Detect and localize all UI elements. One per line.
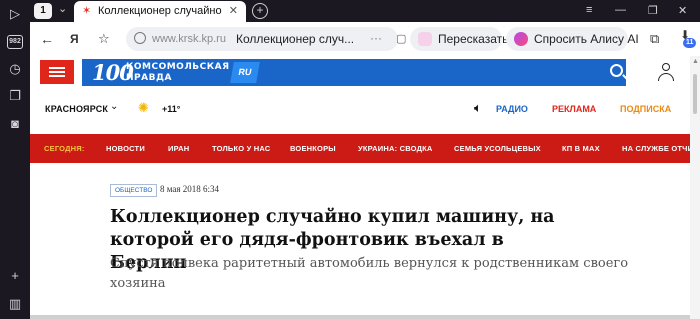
retell-button[interactable]: Пересказать xyxy=(410,27,508,51)
collections-icon[interactable]: ❐ xyxy=(7,88,23,104)
restore-icon[interactable]: ❐ xyxy=(648,4,658,17)
search-icon[interactable] xyxy=(610,64,623,77)
menu-line xyxy=(49,67,65,69)
region-bar: КРАСНОЯРСК ⌄ ✺ +11° 🔈︎ РАДИО РЕКЛАМА ПОД… xyxy=(30,96,690,124)
translate-icon[interactable]: ⧉ xyxy=(650,31,659,47)
rubric-item[interactable]: УКРАИНА: СВОДКА xyxy=(358,144,433,153)
page-scrollbar[interactable]: ▲ xyxy=(690,56,700,319)
bookmark-star-icon[interactable]: ☆ xyxy=(98,31,110,47)
back-icon[interactable]: ← xyxy=(40,31,54,47)
hamburger-menu-button[interactable] xyxy=(40,60,74,84)
web-page: 100 КОМСОМОЛЬСКАЯ ПРАВДА RU КРАСНОЯРСК ⌄… xyxy=(30,56,690,319)
play-icon[interactable]: ▷ xyxy=(7,6,23,22)
tab-strip: 1 ⌄ ✶ Коллекционер случайно ✕ + ≡ — ❐ ✕ xyxy=(30,0,700,22)
notifications-badge: 11 xyxy=(683,38,697,48)
user-head xyxy=(662,63,670,71)
address-bar: ← Я ☆ www.krsk.kp.ru Коллекционер случ..… xyxy=(30,22,700,56)
counter-badge-icon[interactable]: 982 xyxy=(7,35,23,49)
scroll-up-icon[interactable]: ▲ xyxy=(692,58,699,65)
retell-icon xyxy=(418,32,432,46)
camera-icon[interactable]: ◙ xyxy=(7,116,23,132)
publish-date: 8 мая 2018 6:34 xyxy=(160,184,220,194)
browser-window: ▷ 982 ◷ ❐ ◙ + ▥ 1 ⌄ ✶ Коллекционер случа… xyxy=(0,0,700,319)
media-top-edge xyxy=(30,315,690,319)
kp-favicon-icon: ✶ xyxy=(82,5,92,17)
panel-toggle-icon[interactable]: ▥ xyxy=(7,296,23,312)
scrollbar-thumb[interactable] xyxy=(693,74,697,114)
rubric-item[interactable]: НОВОСТИ xyxy=(106,144,145,153)
new-tab-button[interactable]: + xyxy=(252,3,268,19)
sun-weather-icon: ✺ xyxy=(138,100,149,115)
url-page-title: Коллекционер случ... xyxy=(236,32,355,46)
yandex-icon[interactable]: Я xyxy=(70,32,79,46)
user-body xyxy=(658,73,674,81)
subscription-link[interactable]: ПОДПИСКА xyxy=(620,104,671,114)
bookmark-icon[interactable]: ▢ xyxy=(396,32,406,45)
chevron-down-icon[interactable]: ⌄ xyxy=(58,2,67,15)
speaker-icon[interactable]: 🔈︎ xyxy=(474,100,482,116)
site-logo-bar[interactable]: 100 КОМСОМОЛЬСКАЯ ПРАВДА RU xyxy=(82,59,626,86)
tab-count-button[interactable]: 1 xyxy=(34,3,52,19)
close-tab-icon[interactable]: ✕ xyxy=(229,4,238,17)
rubric-item[interactable]: КП В MAX xyxy=(562,144,600,153)
rubric-nav: СЕГОДНЯ: НОВОСТИ ИРАН ТОЛЬКО У НАС ВОЕНК… xyxy=(30,134,690,163)
browser-sidebar: ▷ 982 ◷ ❐ ◙ + ▥ xyxy=(0,0,30,319)
url-host: www.krsk.kp.ru xyxy=(152,33,226,45)
alice-icon xyxy=(514,32,528,46)
article-lead: Спустя полвека раритетный автомобиль вер… xyxy=(110,256,629,291)
rubric-item[interactable]: СЕМЬЯ УСОЛЬЦЕВЫХ xyxy=(454,144,541,153)
close-window-icon[interactable]: ✕ xyxy=(678,4,687,17)
logo-line-2: ПРАВДА xyxy=(126,73,172,83)
city-selector[interactable]: КРАСНОЯРСК xyxy=(45,104,108,114)
user-account-icon[interactable] xyxy=(658,63,674,81)
site-header: 100 КОМСОМОЛЬСКАЯ ПРАВДА RU xyxy=(30,56,690,88)
rubric-item[interactable]: ВОЕНКОРЫ xyxy=(290,144,336,153)
url-field[interactable]: www.krsk.kp.ru Коллекционер случ... xyxy=(126,27,398,51)
minimize-icon[interactable]: — xyxy=(615,4,626,16)
chevron-down-icon[interactable]: ⌄ xyxy=(110,101,118,112)
today-label: СЕГОДНЯ: xyxy=(44,144,85,153)
rubric-item[interactable]: НА СЛУЖБЕ ОТЧИЗ xyxy=(622,144,690,153)
menu-line xyxy=(49,71,65,73)
radio-link[interactable]: РАДИО xyxy=(496,104,528,114)
history-clock-icon[interactable]: ◷ xyxy=(7,61,23,77)
ask-alice-button[interactable]: Спросить Алису AI xyxy=(506,27,639,51)
menu-line xyxy=(49,75,65,77)
tab-active[interactable]: ✶ Коллекционер случайно ✕ xyxy=(74,1,246,22)
logo-ru-flag: RU xyxy=(230,62,260,83)
more-dots-icon[interactable]: ··· xyxy=(370,31,382,45)
menu-icon[interactable]: ≡ xyxy=(586,4,592,16)
rubric-item[interactable]: ИРАН xyxy=(168,144,189,153)
rubric-item[interactable]: ТОЛЬКО У НАС xyxy=(212,144,270,153)
tab-title: Коллекционер случайно xyxy=(98,5,222,17)
advertising-link[interactable]: РЕКЛАМА xyxy=(552,104,596,114)
temperature: +11° xyxy=(162,104,181,114)
site-info-icon[interactable] xyxy=(134,32,146,44)
logo-line-1: КОМСОМОЛЬСКАЯ xyxy=(126,62,230,72)
rubric-tag[interactable]: ОБЩЕСТВО xyxy=(110,184,158,197)
add-panel-icon[interactable]: + xyxy=(7,268,23,284)
